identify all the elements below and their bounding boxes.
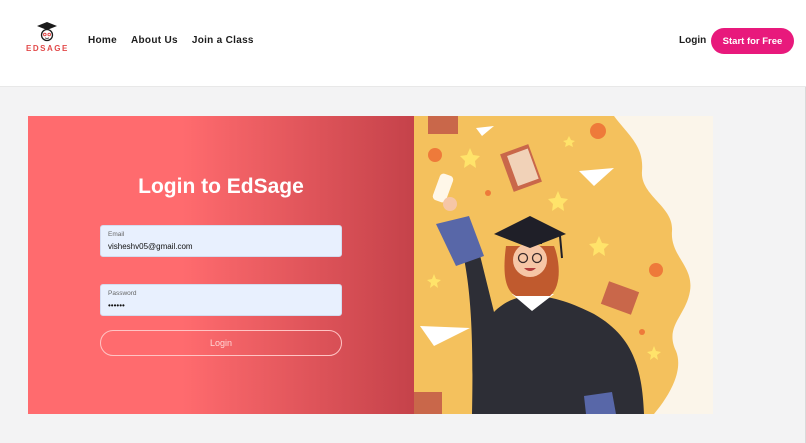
email-field[interactable]: Email visheshv05@gmail.com <box>100 225 342 257</box>
page: EDSAGE Home About Us Join a Class Login … <box>0 0 806 443</box>
login-button[interactable]: Login <box>100 330 342 356</box>
password-label: Password <box>108 290 137 297</box>
logo[interactable]: EDSAGE <box>26 20 68 56</box>
header: EDSAGE Home About Us Join a Class Login … <box>0 0 806 87</box>
start-for-free-button[interactable]: Start for Free <box>711 28 794 54</box>
logo-text: EDSAGE <box>26 44 69 53</box>
email-label: Email <box>108 231 125 238</box>
header-login-link[interactable]: Login <box>679 35 706 46</box>
main-nav: Home About Us Join a Class <box>88 35 254 46</box>
login-panel: Login to EdSage Email visheshv05@gmail.c… <box>28 116 414 414</box>
nav-home[interactable]: Home <box>88 35 117 46</box>
nav-about-us[interactable]: About Us <box>131 35 178 46</box>
email-value: visheshv05@gmail.com <box>108 242 193 251</box>
nav-join-a-class[interactable]: Join a Class <box>192 35 254 46</box>
graduate-illustration <box>414 116 713 414</box>
password-value: •••••• <box>108 301 125 310</box>
graduation-cap-icon <box>37 22 57 42</box>
password-field[interactable]: Password •••••• <box>100 284 342 316</box>
login-card: Login to EdSage Email visheshv05@gmail.c… <box>28 116 713 414</box>
graduate-illustration-art <box>414 116 691 414</box>
login-title: Login to EdSage <box>138 175 304 198</box>
